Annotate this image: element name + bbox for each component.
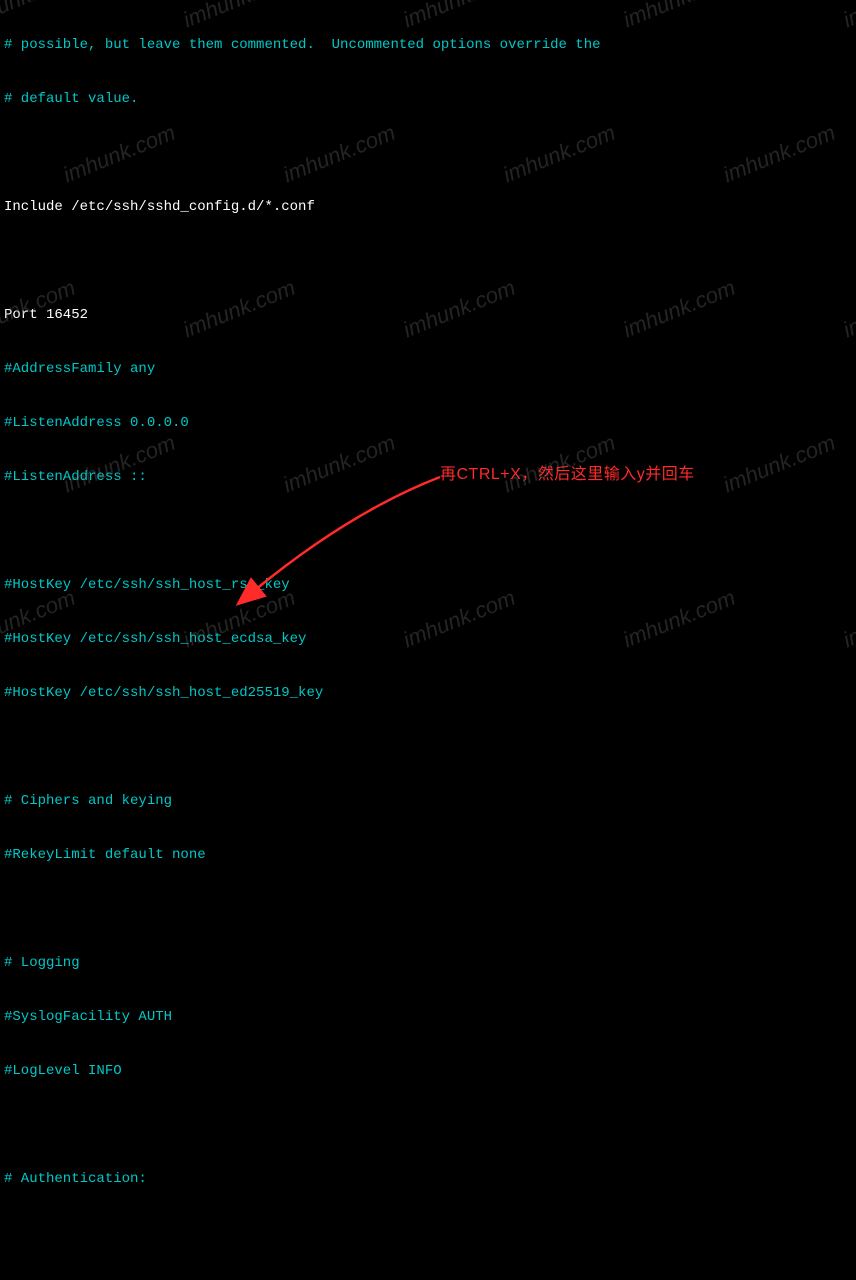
config-line: # default value.: [4, 90, 852, 108]
config-line: #SyslogFacility AUTH: [4, 1008, 852, 1026]
blank-line: [4, 900, 852, 918]
blank-line: [4, 738, 852, 756]
instruction-annotation: 再CTRL+X，然后这里输入y并回车: [440, 466, 695, 484]
config-line: # possible, but leave them commented. Un…: [4, 36, 852, 54]
config-line: Port 16452: [4, 306, 852, 324]
config-line: #LoginGraceTime 2m: [4, 1278, 852, 1280]
config-line: #HostKey /etc/ssh/ssh_host_ecdsa_key: [4, 630, 852, 648]
config-line: #LogLevel INFO: [4, 1062, 852, 1080]
config-line: #HostKey /etc/ssh/ssh_host_rsa_key: [4, 576, 852, 594]
config-line: #ListenAddress 0.0.0.0: [4, 414, 852, 432]
config-line: #HostKey /etc/ssh/ssh_host_ed25519_key: [4, 684, 852, 702]
config-line: # Logging: [4, 954, 852, 972]
config-line: #RekeyLimit default none: [4, 846, 852, 864]
blank-line: [4, 522, 852, 540]
config-line: # Authentication:: [4, 1170, 852, 1188]
blank-line: [4, 252, 852, 270]
config-line: #AddressFamily any: [4, 360, 852, 378]
config-line: Include /etc/ssh/sshd_config.d/*.conf: [4, 198, 852, 216]
config-line: #ListenAddress ::: [4, 468, 852, 486]
nano-editor-content: # possible, but leave them commented. Un…: [0, 0, 856, 1280]
blank-line: [4, 144, 852, 162]
config-line: # Ciphers and keying: [4, 792, 852, 810]
blank-line: [4, 1116, 852, 1134]
blank-line: [4, 1224, 852, 1242]
